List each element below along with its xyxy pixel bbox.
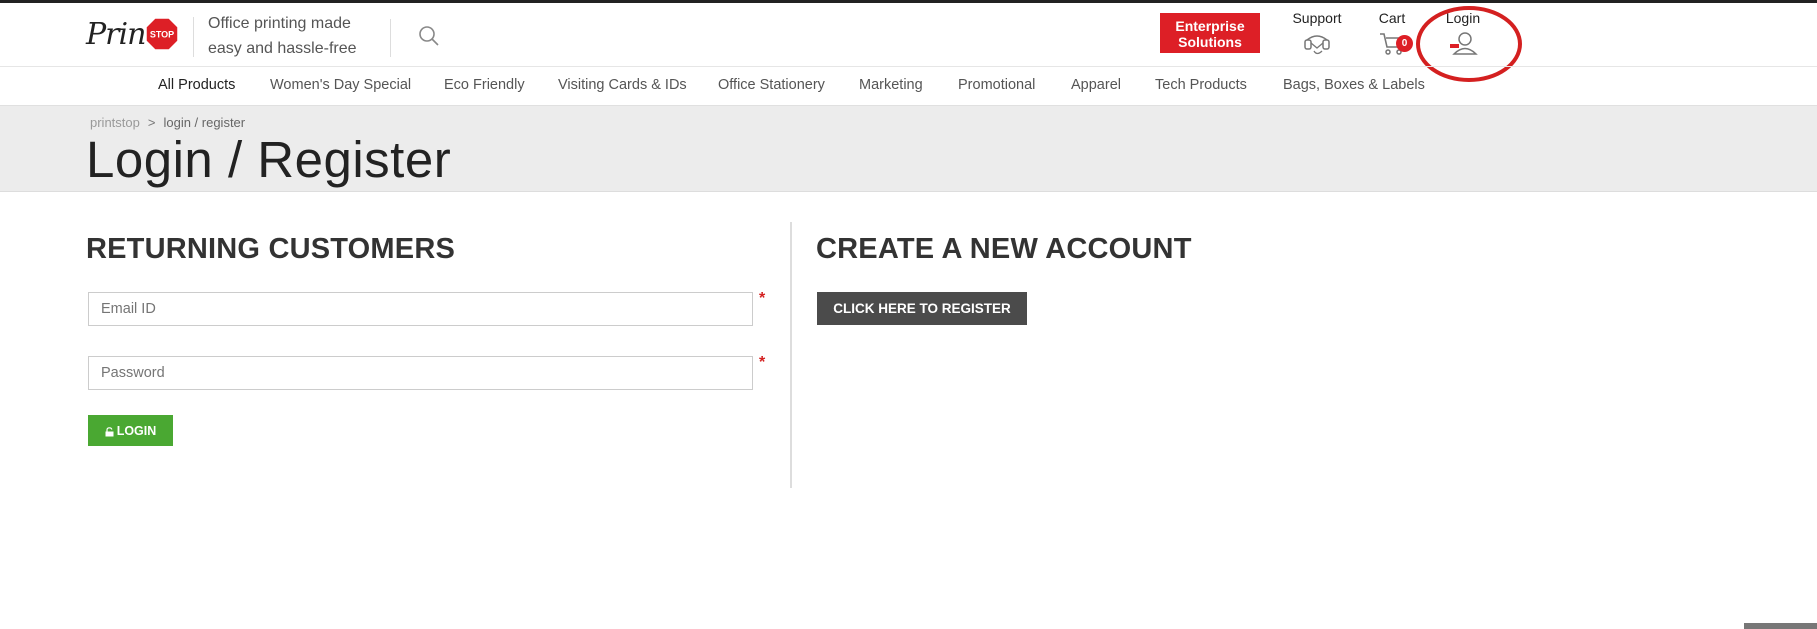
email-field[interactable] — [88, 292, 753, 326]
nav-item-marketing[interactable]: Marketing — [859, 77, 923, 93]
logo-stop-text: STOP — [150, 30, 174, 40]
support-label: Support — [1292, 10, 1342, 26]
enterprise-label-line-1: Enterprise — [1175, 18, 1245, 34]
login-button[interactable]: LOGIN — [88, 415, 173, 446]
tagline: Office printing made easy and hassle-fre… — [208, 11, 368, 61]
corner-widget[interactable] — [1744, 623, 1817, 629]
tagline-line-2: easy and hassle-free — [208, 40, 357, 57]
returning-customers-title: RETURNING CUSTOMERS — [86, 233, 456, 265]
main-nav: All Products Women's Day Special Eco Fri… — [0, 66, 1817, 106]
printstop-logo[interactable]: Print STOP — [86, 15, 182, 57]
breadcrumb-home[interactable]: printstop — [90, 115, 140, 130]
password-required-mark: * — [759, 354, 766, 371]
login-button-label: LOGIN — [116, 423, 157, 438]
nav-item-promotional[interactable]: Promotional — [958, 77, 1035, 93]
nav-item-apparel[interactable]: Apparel — [1071, 77, 1121, 93]
nav-item-office-stationery[interactable]: Office Stationery — [718, 77, 825, 93]
password-field[interactable] — [88, 356, 753, 390]
tagline-divider — [390, 19, 391, 57]
nav-item-eco-friendly[interactable]: Eco Friendly — [444, 77, 525, 93]
search-icon[interactable] — [418, 25, 440, 47]
enterprise-solutions-button[interactable]: Enterprise Solutions — [1160, 13, 1260, 53]
cart-count-badge: 0 — [1396, 35, 1413, 52]
breadcrumb: printstop > login / register — [90, 115, 245, 130]
nav-item-womens-day-special[interactable]: Women's Day Special — [270, 77, 411, 93]
page-title: Login / Register — [86, 131, 452, 188]
cart-label: Cart — [1378, 10, 1406, 26]
logo-divider — [193, 17, 194, 57]
page-banner: printstop > login / register Login / Regis… — [0, 106, 1817, 192]
register-button[interactable]: CLICK HERE TO REGISTER — [817, 292, 1027, 325]
enterprise-label-line-2: Solutions — [1178, 34, 1242, 50]
nav-item-tech-products[interactable]: Tech Products — [1155, 77, 1247, 93]
cart-link[interactable]: Cart 0 — [1372, 10, 1413, 56]
nav-item-visiting-cards[interactable]: Visiting Cards & IDs — [558, 77, 687, 93]
stop-sign-icon: STOP — [145, 17, 179, 51]
nav-item-all-products[interactable]: All Products — [158, 77, 235, 93]
column-divider — [790, 222, 792, 488]
support-link[interactable]: Support — [1288, 10, 1346, 58]
breadcrumb-separator: > — [147, 115, 156, 130]
support-icon — [1288, 30, 1346, 58]
site-header: Print STOP Office printing made easy and… — [0, 3, 1817, 82]
tagline-line-1: Office printing made — [208, 15, 351, 32]
breadcrumb-current: login / register — [163, 115, 246, 130]
lock-icon — [105, 426, 114, 436]
nav-item-bags-boxes-labels[interactable]: Bags, Boxes & Labels — [1283, 77, 1425, 93]
create-account-title: CREATE A NEW ACCOUNT — [816, 233, 1192, 265]
email-required-mark: * — [759, 290, 766, 307]
